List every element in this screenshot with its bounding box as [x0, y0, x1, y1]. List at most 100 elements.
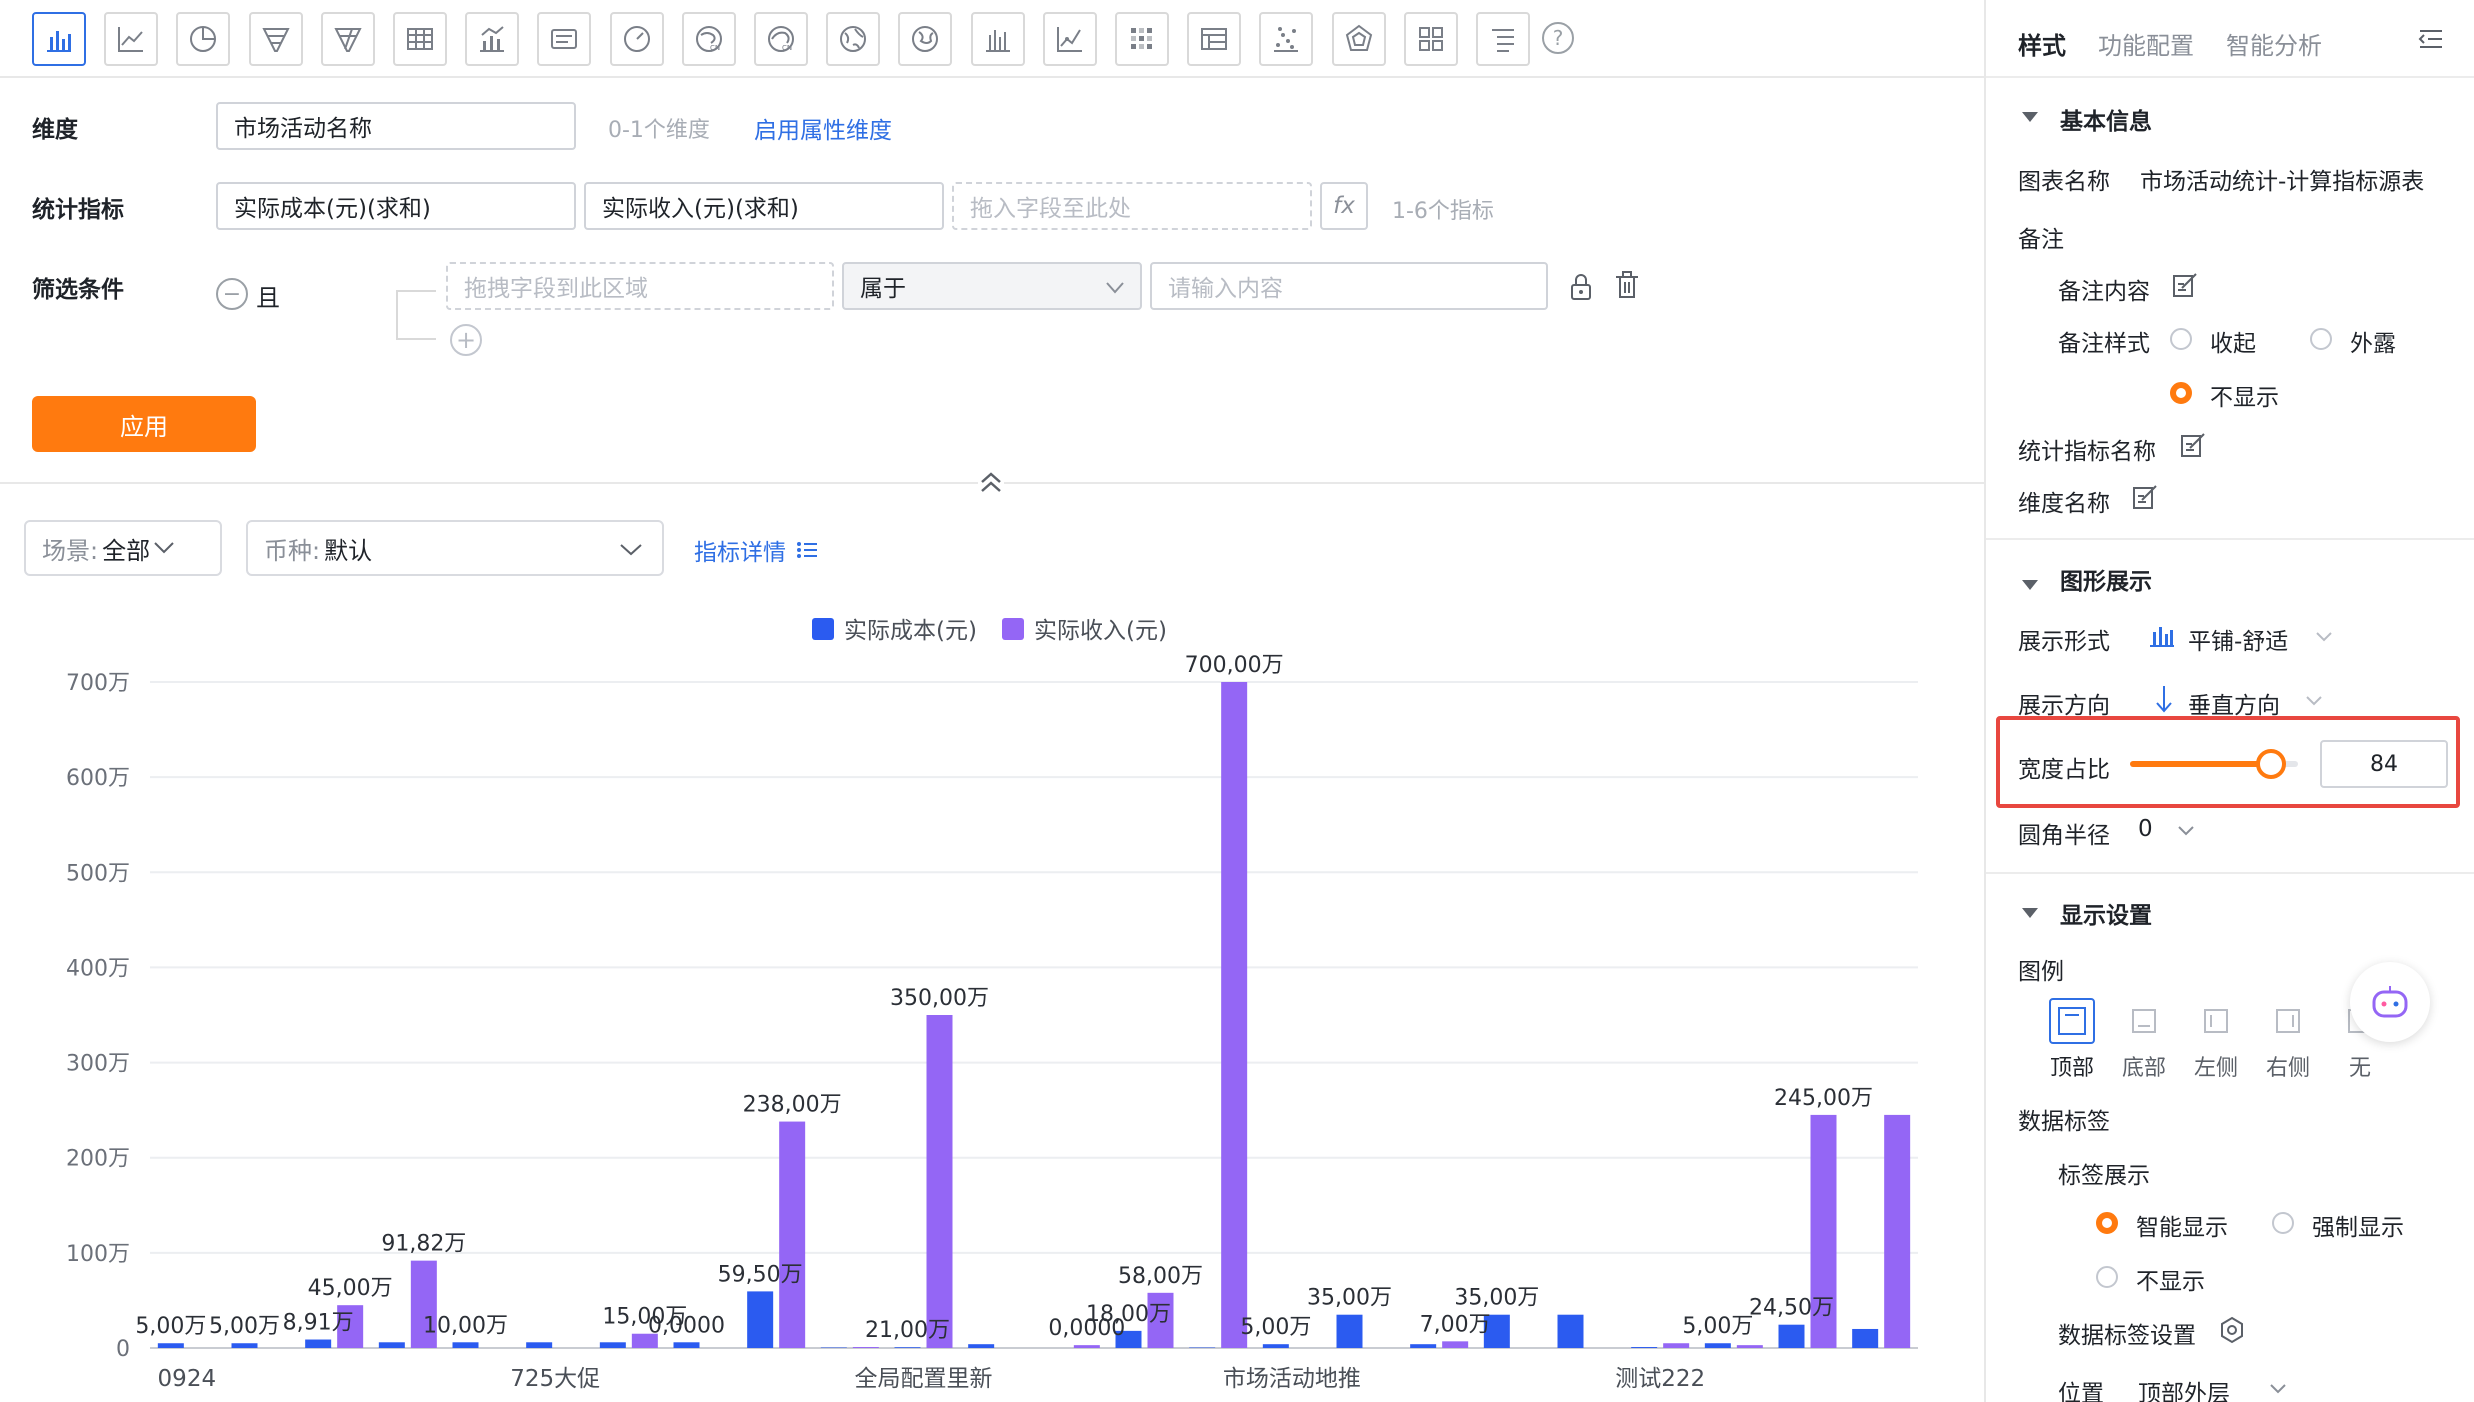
scatter-line-button[interactable]: [1042, 12, 1097, 66]
card-grid-button[interactable]: [1403, 12, 1458, 66]
direction-value[interactable]: 垂直方向: [2188, 686, 2280, 720]
bar-cost: [1336, 1314, 1363, 1348]
divider: [1986, 76, 2474, 78]
metric-field-cost[interactable]: 实际成本(元)(求和): [216, 182, 576, 230]
radio-note-expose[interactable]: [2310, 328, 2332, 350]
help-icon[interactable]: ?: [1542, 22, 1574, 54]
scatter-button[interactable]: [1259, 12, 1314, 66]
radar-button[interactable]: [1331, 12, 1386, 66]
filter-logic[interactable]: 且: [256, 278, 280, 313]
china-map-button[interactable]: CN: [681, 12, 736, 66]
remove-logic-icon[interactable]: −: [216, 278, 248, 310]
dimension-label: 维度: [32, 117, 78, 143]
width-ratio-input[interactable]: 84: [2320, 740, 2448, 788]
radio-note-collapse[interactable]: [2170, 328, 2192, 350]
x-tick-label: 725大促: [510, 1366, 600, 1392]
metric-field-income[interactable]: 实际收入(元)(求和): [584, 182, 944, 230]
legend-option-bottom[interactable]: 底部: [2116, 998, 2172, 1082]
legend-option-left[interactable]: 左侧: [2188, 998, 2244, 1082]
basic-info-title: 基本信息: [2060, 109, 2152, 135]
fx-formula-button[interactable]: fx: [1320, 182, 1368, 230]
pie-chart-button[interactable]: [176, 12, 231, 66]
caret-down-icon[interactable]: [2022, 908, 2038, 918]
histogram-button[interactable]: [970, 12, 1025, 66]
dimension-field[interactable]: 市场活动名称: [216, 102, 576, 150]
china-region-map-button[interactable]: CN: [754, 12, 808, 66]
bar-income: [1073, 1345, 1100, 1348]
chart-name-value[interactable]: 市场活动统计-计算指标源表: [2140, 162, 2424, 196]
table-button[interactable]: [393, 12, 447, 66]
metric-detail-link[interactable]: 指标详情: [694, 533, 818, 567]
radio-no-display[interactable]: [2096, 1266, 2118, 1288]
corner-radius-value[interactable]: 0: [2138, 816, 2153, 842]
main-area: CN CN ? 维度 市场活动名称 0-1个维度 启用属性维度 统计指标 实际成本…: [0, 0, 1984, 1402]
legend-option-top[interactable]: 顶部: [2044, 998, 2100, 1082]
text-card-button[interactable]: [537, 12, 592, 66]
collapse-panel-icon[interactable]: [2418, 28, 2444, 50]
apply-button[interactable]: 应用: [32, 396, 256, 452]
tab-style[interactable]: 样式: [2018, 26, 2066, 61]
gauge-button[interactable]: [609, 12, 664, 66]
combo-chart-button[interactable]: [465, 12, 520, 66]
settings-gear-icon[interactable]: [2218, 1316, 2246, 1344]
list-button[interactable]: [1476, 12, 1530, 66]
edit-icon[interactable]: [2180, 432, 2206, 458]
chevron-down-icon[interactable]: [2178, 826, 2194, 836]
combo-chart-icon: [480, 26, 505, 52]
y-tick-label: 400万: [66, 956, 130, 981]
radio-force-display[interactable]: [2272, 1212, 2294, 1234]
funnel-compare-button[interactable]: [320, 12, 375, 66]
scene-select-key: 场景:: [42, 536, 99, 565]
globe-map-button[interactable]: [898, 12, 953, 66]
caret-down-icon[interactable]: [2022, 112, 2038, 122]
world-map-button[interactable]: [826, 12, 881, 66]
note-content-label: 备注内容: [2058, 279, 2150, 305]
currency-select[interactable]: 币种: 默认: [246, 520, 664, 576]
chevron-down-icon[interactable]: [2316, 632, 2332, 642]
direction-label: 展示方向: [2018, 693, 2110, 719]
display-form-label: 展示形式: [2018, 629, 2110, 655]
legend-left-icon: [2193, 998, 2239, 1044]
edit-icon[interactable]: [2172, 272, 2198, 298]
data-label: 0,0000: [648, 1313, 725, 1338]
edit-icon[interactable]: [2132, 484, 2158, 510]
bar-income: [926, 1015, 953, 1348]
lock-icon[interactable]: [1566, 272, 1596, 302]
y-tick-label: 100万: [66, 1242, 130, 1267]
funnel-button[interactable]: [248, 12, 303, 66]
tab-function-config[interactable]: 功能配置: [2098, 26, 2194, 61]
trash-icon[interactable]: [1612, 270, 1642, 302]
filter-drop-zone[interactable]: 拖拽字段到此区域: [446, 262, 834, 310]
slider-handle[interactable]: [2256, 749, 2287, 779]
data-label: 5,00万: [135, 1314, 206, 1339]
scatter-line-icon: [1056, 27, 1082, 52]
radio-smart-display[interactable]: [2096, 1212, 2118, 1234]
card-grid-icon: [1418, 27, 1443, 51]
radio-note-hidden[interactable]: [2170, 382, 2192, 404]
bar-chart-icon: [47, 31, 71, 52]
filter-operator-select[interactable]: 属于: [842, 262, 1142, 310]
line-chart-button[interactable]: [104, 12, 159, 66]
data-label: 58,00万: [1118, 1264, 1203, 1289]
svg-text:CN: CN: [782, 44, 792, 52]
metric-drop-zone[interactable]: 拖入字段至此处: [952, 182, 1312, 230]
chevron-down-icon[interactable]: [2270, 1384, 2286, 1394]
pivot-table-button[interactable]: [1187, 12, 1242, 66]
filter-value-input[interactable]: 请输入内容: [1150, 262, 1548, 310]
note-style-hidden: 不显示: [2210, 385, 2279, 411]
add-filter-icon[interactable]: +: [450, 324, 482, 356]
tab-smart-analysis[interactable]: 智能分析: [2226, 26, 2322, 61]
data-label-label: 数据标签: [2018, 1109, 2110, 1135]
position-value[interactable]: 顶部外层: [2138, 1374, 2230, 1402]
collapse-up-icon[interactable]: [978, 470, 1004, 496]
ai-assistant-button[interactable]: [2350, 962, 2430, 1042]
heatmap-button[interactable]: [1115, 12, 1169, 66]
bar-chart-button[interactable]: [32, 12, 86, 66]
chevron-down-icon[interactable]: [2306, 696, 2322, 706]
scene-select[interactable]: 场景: 全部: [24, 520, 222, 576]
caret-down-icon[interactable]: [2022, 580, 2038, 590]
legend-option-right[interactable]: 右侧: [2260, 998, 2316, 1082]
label-display-smart: 智能显示: [2136, 1215, 2228, 1241]
display-form-value[interactable]: 平铺-舒适: [2188, 622, 2288, 656]
enable-attribute-dimension-link[interactable]: 启用属性维度: [754, 111, 892, 145]
